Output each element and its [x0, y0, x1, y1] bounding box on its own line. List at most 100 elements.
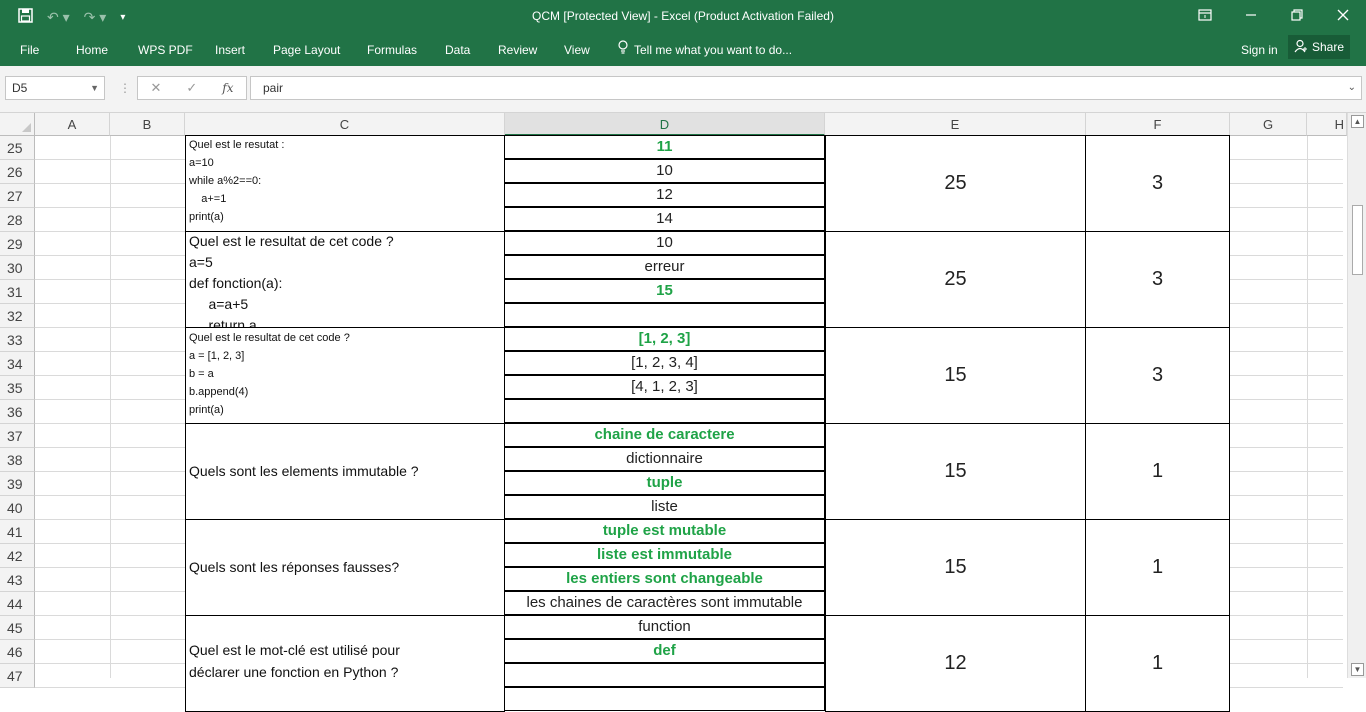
row-header[interactable]: 40	[0, 496, 35, 520]
column-header-d[interactable]: D	[505, 113, 825, 136]
question-cell[interactable]: Quel est le resultat de cet code ? a=5 def…	[185, 231, 505, 328]
row-header[interactable]: 31	[0, 280, 35, 304]
correct-count-cell[interactable]: 3	[1085, 327, 1230, 424]
points-cell[interactable]: 15	[825, 519, 1086, 616]
points-cell[interactable]: 15	[825, 423, 1086, 520]
cancel-icon[interactable]: ✕	[150, 80, 161, 96]
tab-page-layout[interactable]: Page Layout	[273, 40, 340, 60]
answer-cell[interactable]: 14	[504, 207, 825, 231]
scroll-up-icon[interactable]: ▲	[1351, 115, 1364, 128]
answer-cell[interactable]: liste	[504, 495, 825, 519]
correct-answer-cell[interactable]: les entiers sont changeable	[504, 567, 825, 591]
row-header[interactable]: 44	[0, 592, 35, 616]
answer-cell[interactable]: [1, 2, 3, 4]	[504, 351, 825, 375]
row-header[interactable]: 37	[0, 424, 35, 448]
answer-cell[interactable]	[504, 303, 825, 327]
row-header[interactable]: 25	[0, 136, 35, 160]
chevron-down-icon[interactable]: ▼	[90, 77, 99, 99]
tell-me-search[interactable]: Tell me what you want to do...	[618, 40, 792, 60]
tab-wps-pdf[interactable]: WPS PDF	[138, 40, 193, 60]
correct-answer-cell[interactable]: tuple	[504, 471, 825, 495]
column-header-g[interactable]: G	[1230, 113, 1307, 136]
correct-answer-cell[interactable]: tuple est mutable	[504, 519, 825, 543]
row-header[interactable]: 35	[0, 376, 35, 400]
scroll-down-icon[interactable]: ▼	[1351, 663, 1364, 676]
correct-count-cell[interactable]: 3	[1085, 231, 1230, 328]
points-cell[interactable]: 12	[825, 615, 1086, 712]
answer-cell[interactable]: [4, 1, 2, 3]	[504, 375, 825, 399]
correct-answer-cell[interactable]: chaine de caractere	[504, 423, 825, 447]
enter-icon[interactable]: ✓	[186, 80, 197, 96]
question-cell[interactable]: Quel est le resultat de cet code ? a = [1…	[185, 327, 505, 424]
row-header[interactable]: 29	[0, 232, 35, 256]
row-header[interactable]: 42	[0, 544, 35, 568]
row-header[interactable]: 36	[0, 400, 35, 424]
formula-input[interactable]: pair ⌄	[250, 76, 1362, 100]
answer-cell[interactable]: dictionnaire	[504, 447, 825, 471]
row-header[interactable]: 34	[0, 352, 35, 376]
row-header[interactable]: 38	[0, 448, 35, 472]
points-cell[interactable]: 25	[825, 231, 1086, 328]
points-cell[interactable]: 15	[825, 327, 1086, 424]
close-icon[interactable]	[1320, 4, 1366, 28]
tab-formulas[interactable]: Formulas	[367, 40, 417, 60]
answer-cell[interactable]: les chaines de caractères sont immutable	[504, 591, 825, 615]
points-cell[interactable]: 25	[825, 135, 1086, 232]
question-cell[interactable]: Quel est le resutat : a=10 while a%2==0: a…	[185, 135, 505, 232]
restore-icon[interactable]	[1274, 4, 1320, 28]
name-box[interactable]: D5 ▼	[5, 76, 105, 100]
column-header-b[interactable]: B	[110, 113, 185, 136]
answer-cell[interactable]: 10	[504, 231, 825, 255]
correct-answer-cell[interactable]: liste est immutable	[504, 543, 825, 567]
row-header[interactable]: 32	[0, 304, 35, 328]
row-header[interactable]: 47	[0, 664, 35, 688]
correct-answer-cell[interactable]: [1, 2, 3]	[504, 327, 825, 351]
column-header-f[interactable]: F	[1086, 113, 1230, 136]
question-cell[interactable]: Quels sont les réponses fausses?	[185, 519, 505, 616]
row-header[interactable]: 43	[0, 568, 35, 592]
tab-file[interactable]: File	[20, 40, 39, 60]
correct-answer-cell[interactable]: def	[504, 639, 825, 663]
correct-count-cell[interactable]: 1	[1085, 519, 1230, 616]
row-header[interactable]: 27	[0, 184, 35, 208]
vertical-scrollbar[interactable]: ▲ ▼	[1347, 113, 1366, 678]
column-header-e[interactable]: E	[825, 113, 1086, 136]
row-header[interactable]: 30	[0, 256, 35, 280]
column-header-h[interactable]: H	[1307, 113, 1347, 136]
correct-count-cell[interactable]: 3	[1085, 135, 1230, 232]
sign-in-link[interactable]: Sign in	[1241, 40, 1278, 60]
tab-view[interactable]: View	[564, 40, 590, 60]
correct-count-cell[interactable]: 1	[1085, 615, 1230, 712]
expand-formula-icon[interactable]: ⌄	[1348, 77, 1356, 99]
tab-review[interactable]: Review	[498, 40, 537, 60]
question-cell[interactable]: Quels sont les elements immutable ?	[185, 423, 505, 520]
answer-cell[interactable]: erreur	[504, 255, 825, 279]
row-header[interactable]: 46	[0, 640, 35, 664]
share-button[interactable]: Share	[1288, 35, 1350, 59]
minimize-icon[interactable]	[1228, 4, 1274, 28]
row-header[interactable]: 45	[0, 616, 35, 640]
row-header[interactable]: 33	[0, 328, 35, 352]
answer-cell[interactable]	[504, 399, 825, 423]
column-header-a[interactable]: A	[35, 113, 110, 136]
ribbon-display-icon[interactable]	[1182, 4, 1228, 28]
correct-count-cell[interactable]: 1	[1085, 423, 1230, 520]
question-cell[interactable]: Quel est le mot-clé est utilisé pour décl…	[185, 615, 505, 712]
answer-cell[interactable]	[504, 687, 825, 711]
answer-cell[interactable]: 12	[504, 183, 825, 207]
tab-insert[interactable]: Insert	[215, 40, 245, 60]
row-header[interactable]: 26	[0, 160, 35, 184]
row-header[interactable]: 39	[0, 472, 35, 496]
correct-answer-cell[interactable]: 15	[504, 279, 825, 303]
answer-cell[interactable]: function	[504, 615, 825, 639]
row-header[interactable]: 28	[0, 208, 35, 232]
answer-cell[interactable]: 10	[504, 159, 825, 183]
tab-home[interactable]: Home	[76, 40, 108, 60]
select-all-button[interactable]	[0, 113, 35, 136]
insert-function-icon[interactable]: fx	[222, 81, 233, 95]
correct-answer-cell[interactable]: 11	[504, 135, 825, 159]
column-header-c[interactable]: C	[185, 113, 505, 136]
answer-cell[interactable]	[504, 663, 825, 687]
scrollbar-thumb[interactable]	[1352, 205, 1363, 275]
row-header[interactable]: 41	[0, 520, 35, 544]
